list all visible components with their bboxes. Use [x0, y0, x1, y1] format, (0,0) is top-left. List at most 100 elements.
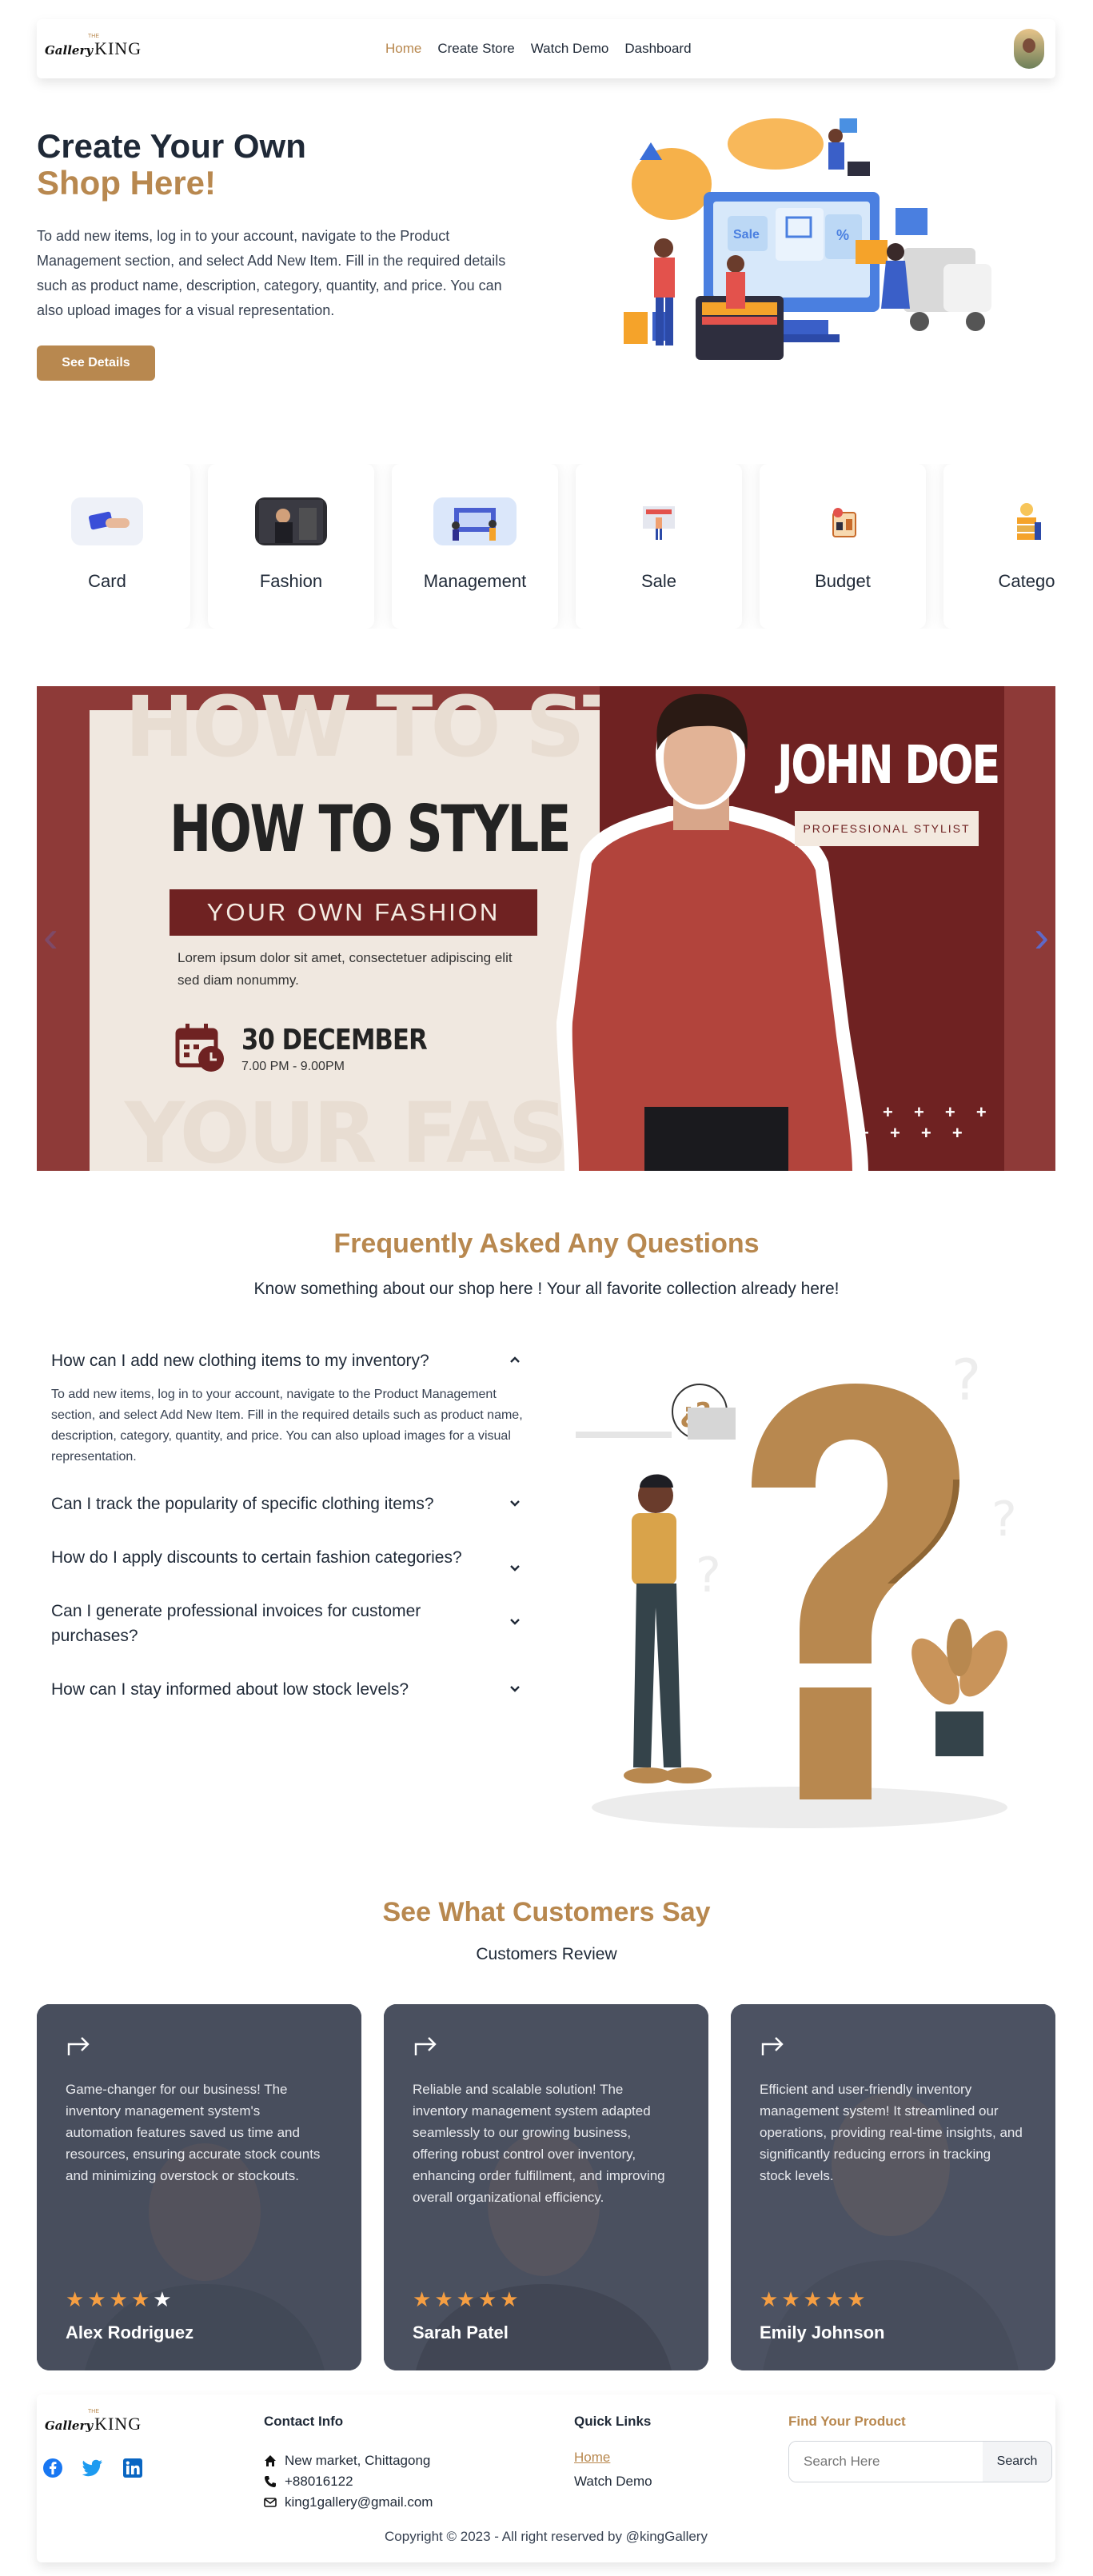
star-icon: ★: [803, 2287, 822, 2311]
faq-item[interactable]: How can I add new clothing items to my i…: [51, 1348, 523, 1468]
chevron-down-icon[interactable]: [507, 1495, 523, 1511]
search-button[interactable]: Search: [983, 2442, 1051, 2482]
chevron-down-icon[interactable]: [507, 1560, 523, 1576]
faq-subtitle: Know something about our shop here ! You…: [253, 1280, 840, 1298]
footer-link-home[interactable]: Home: [574, 2446, 652, 2470]
nav-home[interactable]: Home: [385, 41, 421, 57]
faq-item[interactable]: Can I generate professional invoices for…: [51, 1599, 523, 1648]
review-text: Efficient and user-friendly inventory ma…: [760, 2082, 1023, 2183]
faq-answer: To add new items, log in to your account…: [51, 1388, 523, 1464]
star-icon: ★: [824, 2287, 844, 2311]
social-links: [42, 2457, 144, 2479]
banner-date-block: 30 DECEMBER 7.00 PM - 9.00PM: [241, 1024, 460, 1074]
avatar[interactable]: [1014, 29, 1044, 69]
faq-title: Frequently Asked Any Questions: [333, 1228, 760, 1259]
percent-badge: %: [836, 227, 849, 243]
chevron-down-icon[interactable]: [507, 1680, 523, 1696]
search-input[interactable]: [789, 2442, 983, 2482]
logo-script: Gallery: [45, 2418, 94, 2433]
category-card-sale[interactable]: Sale: [576, 464, 742, 629]
category-card-management[interactable]: Management: [392, 464, 558, 629]
brand-logo[interactable]: THE Gallery KING: [45, 34, 149, 59]
footer: THE Gallery KING Contact Info New market…: [37, 2394, 1055, 2562]
star-icon: ★: [477, 2287, 497, 2311]
footer-logo[interactable]: THE Gallery KING: [45, 2409, 149, 2434]
reviewer-name: Sarah Patel: [413, 2322, 509, 2342]
reviewer-name: Emily Johnson: [760, 2322, 885, 2342]
chevron-up-icon[interactable]: [507, 1352, 523, 1368]
mail-icon: [264, 2498, 277, 2507]
navbar: THE Gallery KING Home Create Store Watch…: [37, 19, 1055, 78]
star-icon: ★: [500, 2287, 519, 2311]
twitter-icon[interactable]: [82, 2457, 104, 2479]
star-rating: ★ ★ ★ ★ ★: [760, 2289, 866, 2310]
review-content: Reliable and scalable solution! The inve…: [413, 2033, 676, 2208]
banner-headline: HOW TO STYLE: [170, 792, 572, 866]
faq-question[interactable]: Can I generate professional invoices for…: [51, 1599, 523, 1648]
star-icon: ★: [130, 2287, 150, 2311]
category-card-category[interactable]: Catego: [943, 464, 1055, 629]
star-rating: ★ ★ ★ ★ ★: [66, 2289, 172, 2310]
review-card: Efficient and user-friendly inventory ma…: [731, 2004, 1055, 2370]
card-payment-icon: [71, 497, 143, 545]
faq-question[interactable]: How can I add new clothing items to my i…: [51, 1348, 523, 1373]
star-icon: ★: [456, 2287, 475, 2311]
reviews-title: See What Customers Say: [382, 1897, 711, 1927]
star-icon: ★: [87, 2287, 106, 2311]
reviewer-name: Alex Rodriguez: [66, 2322, 194, 2342]
stylist-name: JOHN DOE: [777, 734, 1000, 796]
category-card-fashion[interactable]: Fashion: [208, 464, 374, 629]
phone-icon: [265, 2476, 276, 2487]
category-icon: [991, 497, 1055, 545]
reviews-subtitle: Customers Review: [476, 1945, 617, 1963]
calendar-icon: [175, 1024, 224, 1072]
faq-item[interactable]: How can I stay informed about low stock …: [51, 1677, 523, 1702]
logo-script: Gallery: [45, 43, 94, 58]
category-label: Budget: [815, 571, 871, 591]
question-mark-illustration: ¿? ? ? ?: [560, 1328, 1055, 1839]
quick-links-title: Quick Links: [574, 2414, 652, 2429]
banner-date: 30 DECEMBER: [241, 1023, 428, 1056]
decor-plus-row: + + + +: [859, 1123, 971, 1143]
banner-subhead: YOUR OWN FASHION: [170, 889, 537, 936]
nav-links: Home Create Store Watch Demo Dashboard: [385, 41, 692, 57]
faq-question[interactable]: Can I track the popularity of specific c…: [51, 1492, 523, 1516]
home-icon: [265, 2455, 276, 2466]
footer-link-watch-demo[interactable]: Watch Demo: [574, 2470, 652, 2494]
faq-question[interactable]: How do I apply discounts to certain fash…: [51, 1545, 523, 1570]
hero-title: Create Your Own Shop Here!: [37, 128, 306, 202]
carousel-next-arrow[interactable]: ›: [1034, 910, 1049, 962]
faq-question[interactable]: How can I stay informed about low stock …: [51, 1677, 523, 1702]
share-arrow-icon: [67, 2037, 90, 2055]
copyright: Copyright © 2023 - All right reserved by…: [385, 2529, 708, 2544]
faq-item[interactable]: Can I track the popularity of specific c…: [51, 1492, 523, 1516]
nav-watch-demo[interactable]: Watch Demo: [531, 41, 609, 57]
logo-king: KING: [94, 2414, 142, 2434]
category-card-budget[interactable]: Budget: [760, 464, 926, 629]
hero-title-line2: Shop Here!: [37, 164, 217, 202]
faq-list: How can I add new clothing items to my i…: [51, 1348, 523, 1702]
category-card-card[interactable]: Card: [37, 464, 190, 629]
see-details-button[interactable]: See Details: [37, 345, 155, 381]
review-card: Game-changer for our business! The inven…: [37, 2004, 361, 2370]
category-carousel: Card Fashion Management Sale Budget Cate…: [37, 464, 1055, 629]
star-icon: ★: [847, 2287, 866, 2311]
contact-email[interactable]: king1gallery@gmail.com: [285, 2492, 433, 2513]
category-label: Card: [88, 571, 126, 591]
carousel-prev-arrow[interactable]: ‹: [43, 910, 58, 962]
banner-time: 7.00 PM - 9.00PM: [241, 1059, 345, 1073]
nav-create-store[interactable]: Create Store: [437, 41, 514, 57]
decor-pluses: + + + + + + + +: [859, 1102, 995, 1144]
contact-email-row: king1gallery@gmail.com: [264, 2492, 433, 2513]
svg-text:?: ?: [696, 1548, 721, 1604]
linkedin-icon[interactable]: [122, 2457, 144, 2479]
review-text: Reliable and scalable solution! The inve…: [413, 2082, 665, 2205]
contact-address-row: New market, Chittagong: [264, 2450, 433, 2471]
chevron-down-icon[interactable]: [507, 1613, 523, 1629]
faq-item[interactable]: How do I apply discounts to certain fash…: [51, 1545, 523, 1572]
nav-dashboard[interactable]: Dashboard: [624, 41, 691, 57]
contact-phone: +88016122: [285, 2474, 353, 2489]
banner-date-row: 30 DECEMBER 7.00 PM - 9.00PM: [174, 1022, 460, 1075]
star-icon: ★: [153, 2287, 172, 2311]
facebook-icon[interactable]: [42, 2457, 64, 2479]
